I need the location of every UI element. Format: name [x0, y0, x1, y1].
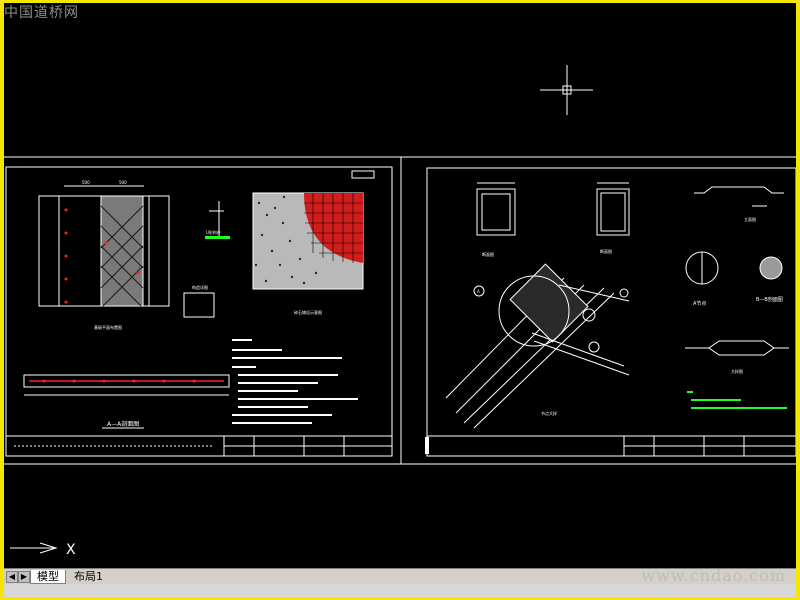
svg-text:基础平面布置图: 基础平面布置图	[94, 324, 122, 330]
tab-nav-first-button[interactable]: ◀	[6, 571, 18, 583]
plan-view: 500 500 基础平面布置图	[38, 180, 170, 330]
svg-text:U形构件: U形构件	[206, 229, 221, 235]
svg-text:构造详图: 构造详图	[192, 284, 208, 290]
svg-text:断面图: 断面图	[482, 251, 494, 257]
left-sheet[interactable]: 500 500 基础平面布置图 U形构件 构造详图 碎石铺设示意图 A—A剖面图	[5, 166, 393, 457]
section-bb-label: B—B剖面图	[756, 296, 783, 303]
cad-viewport[interactable]: 500 500 基础平面布置图 U形构件 构造详图 碎石铺设示意图 A—A剖面图…	[4, 3, 796, 568]
ucs-x-label: X	[66, 542, 76, 558]
node-a-label: A节点	[693, 301, 706, 307]
command-bar[interactable]	[4, 584, 796, 597]
watermark-top: 中国道桥网	[4, 5, 79, 21]
circle-section-a: A节点	[685, 251, 719, 307]
gravel-grid-detail: 碎石铺设示意图	[252, 170, 375, 315]
section-aa: A—A剖面图	[23, 374, 230, 429]
svg-text:碎石铺设示意图: 碎石铺设示意图	[294, 309, 322, 315]
small-detail: U形构件 构造详图	[183, 201, 230, 318]
marker-a-label: A	[477, 289, 480, 294]
profile-shape: 立面图	[694, 186, 784, 222]
svg-text:节点大样: 节点大样	[541, 410, 557, 416]
cross-section-2: 断面图	[596, 182, 630, 254]
tab-nav-next-button[interactable]: ▶	[18, 571, 30, 583]
right-sheet[interactable]: 断面图 断面图 立面图 A节点 B—B剖面图 大样图 A 节点大样	[425, 167, 796, 457]
svg-text:立面图: 立面图	[744, 216, 756, 222]
svg-text:大样图: 大样图	[731, 368, 743, 374]
logo-mark	[425, 437, 429, 454]
spindle-detail: 大样图	[685, 340, 789, 374]
tab-model[interactable]: 模型	[30, 570, 66, 584]
app-frame: 500 500 基础平面布置图 U形构件 构造详图 碎石铺设示意图 A—A剖面图…	[0, 0, 800, 600]
green-notes	[687, 391, 787, 409]
ucs-icon: X	[10, 542, 76, 558]
tab-layout1[interactable]: 布局1	[68, 570, 109, 583]
section-aa-title: A—A剖面图	[107, 420, 139, 428]
cross-section-1: 断面图	[476, 182, 516, 257]
svg-text:500: 500	[119, 180, 127, 185]
drawing-canvas[interactable]: 500 500 基础平面布置图 U形构件 构造详图 碎石铺设示意图 A—A剖面图…	[4, 3, 796, 568]
watermark-bottom: www.cndao.com	[641, 566, 786, 585]
circle-section-bb: B—B剖面图	[756, 256, 783, 303]
left-title-block	[5, 435, 393, 457]
svg-text:500: 500	[82, 180, 90, 185]
diagonal-structure: A 节点大样	[445, 263, 630, 429]
notes-block	[232, 339, 358, 424]
right-title-block	[426, 435, 796, 457]
crosshair-cursor	[540, 65, 593, 115]
svg-text:断面图: 断面图	[600, 248, 612, 254]
